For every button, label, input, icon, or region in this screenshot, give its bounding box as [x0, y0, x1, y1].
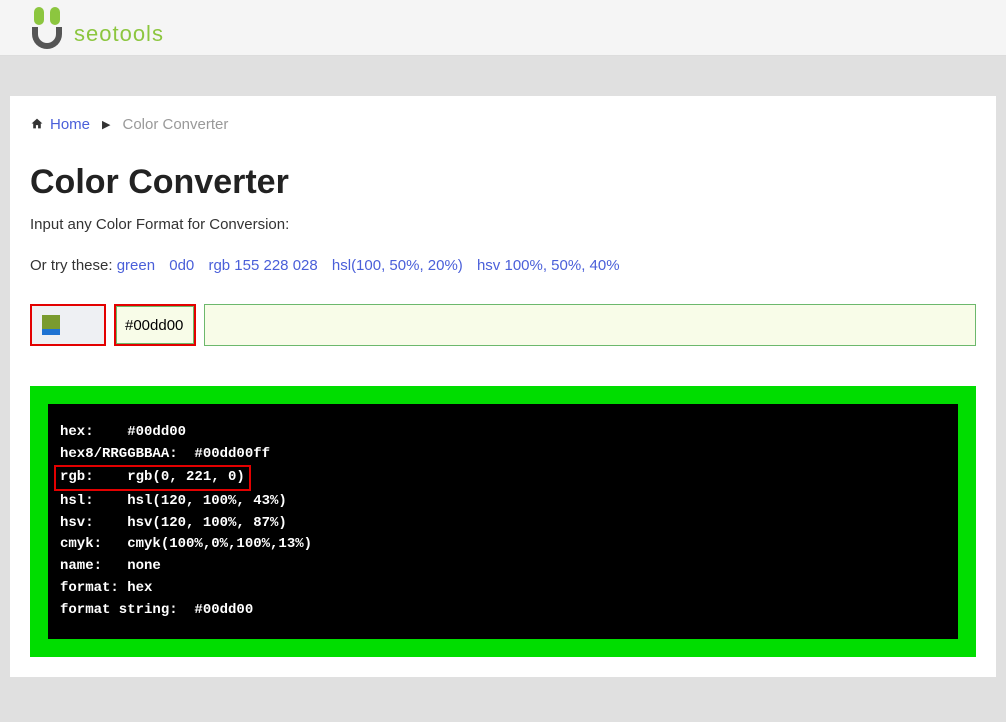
- site-logo[interactable]: seotools: [30, 7, 164, 49]
- result-cmyk: cmyk: cmyk(100%,0%,100%,13%): [60, 536, 312, 552]
- try-label: Or try these:: [30, 257, 113, 274]
- color-swatch-icon: [42, 315, 60, 335]
- color-input-extension[interactable]: [204, 304, 976, 346]
- result-panel: hex: #00dd00 hex8/RRGGBBAA: #00dd00ff rg…: [30, 386, 976, 657]
- result-format: format: hex: [60, 580, 152, 596]
- result-hex8: hex8/RRGGBBAA: #00dd00ff: [60, 446, 270, 462]
- example-link[interactable]: rgb 155 228 028: [208, 257, 317, 274]
- home-icon: [30, 117, 44, 133]
- example-link[interactable]: green: [117, 257, 155, 274]
- page-subtitle: Input any Color Format for Conversion:: [30, 216, 976, 233]
- color-input[interactable]: [116, 306, 194, 344]
- color-input-highlight: [114, 304, 196, 346]
- color-picker-button[interactable]: [30, 304, 106, 346]
- example-link[interactable]: hsv 100%, 50%, 40%: [477, 257, 620, 274]
- result-hsv: hsv: hsv(120, 100%, 87%): [60, 515, 287, 531]
- breadcrumb-current: Color Converter: [122, 116, 228, 133]
- result-hex: hex: #00dd00: [60, 424, 186, 440]
- main-card: Home ▶ Color Converter Color Converter I…: [10, 96, 996, 677]
- example-link[interactable]: hsl(100, 50%, 20%): [332, 257, 463, 274]
- page-title: Color Converter: [30, 163, 976, 202]
- breadcrumb-separator-icon: ▶: [102, 118, 110, 131]
- result-format-string: format string: #00dd00: [60, 602, 253, 618]
- result-rgb: rgb: rgb(0, 221, 0): [60, 469, 245, 485]
- result-terminal: hex: #00dd00 hex8/RRGGBBAA: #00dd00ff rg…: [48, 404, 958, 639]
- example-link[interactable]: 0d0: [169, 257, 194, 274]
- site-header: seotools: [0, 0, 1006, 56]
- logo-text: seotools: [74, 21, 164, 47]
- result-rgb-highlight: rgb: rgb(0, 221, 0): [54, 465, 251, 491]
- breadcrumb: Home ▶ Color Converter: [30, 116, 976, 133]
- breadcrumb-home-link[interactable]: Home: [50, 116, 90, 133]
- result-name: name: none: [60, 558, 161, 574]
- logo-mark: [30, 7, 66, 49]
- color-input-row: [30, 304, 976, 346]
- example-row: Or try these: green 0d0 rgb 155 228 028 …: [30, 257, 976, 274]
- result-hsl: hsl: hsl(120, 100%, 43%): [60, 493, 287, 509]
